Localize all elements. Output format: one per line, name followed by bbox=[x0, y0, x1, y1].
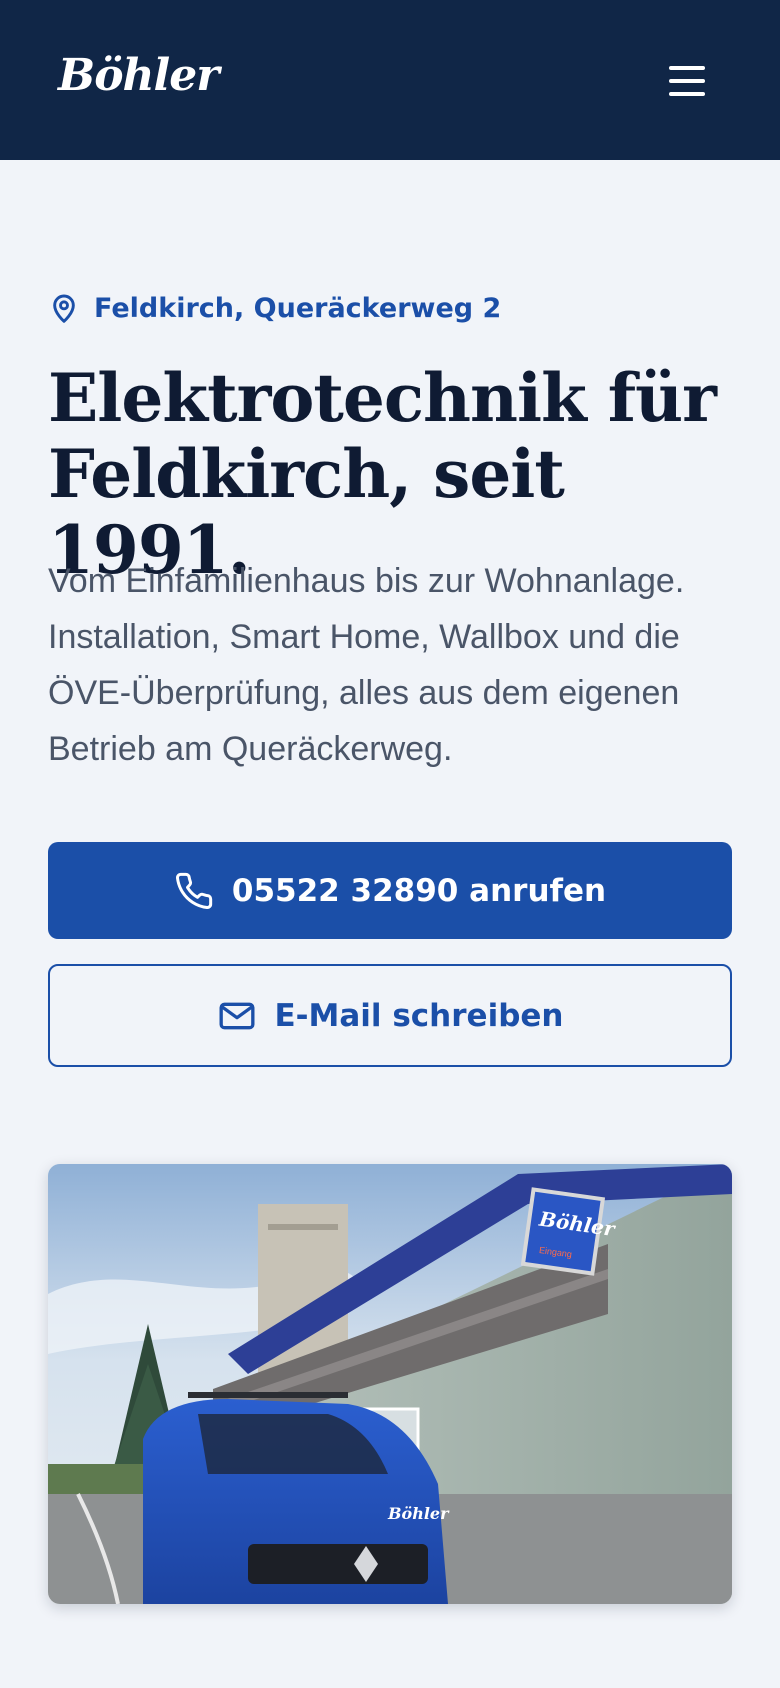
background-building-windows bbox=[268, 1224, 338, 1230]
van-roof-rack bbox=[188, 1392, 348, 1398]
email-button-label: E-Mail schreiben bbox=[274, 997, 564, 1034]
email-button[interactable]: E-Mail schreiben bbox=[48, 964, 732, 1067]
site-header: Böhler bbox=[0, 0, 780, 160]
phone-icon bbox=[175, 872, 213, 909]
storefront-photo: Böhler Eingang Böhler bbox=[48, 1164, 732, 1604]
call-button-label: 05522 32890 anrufen bbox=[231, 872, 607, 909]
call-button[interactable]: 05522 32890 anrufen bbox=[48, 842, 732, 939]
menu-bar bbox=[669, 92, 705, 96]
menu-bar bbox=[669, 66, 705, 70]
logo[interactable]: Böhler bbox=[58, 50, 219, 101]
location-line: Feldkirch, Queräckerweg 2 bbox=[48, 290, 501, 326]
mail-icon bbox=[219, 1002, 254, 1029]
location-text: Feldkirch, Queräckerweg 2 bbox=[94, 292, 502, 324]
headline-line-1: Elektrotechnik für bbox=[48, 359, 717, 437]
van-logo-text: Böhler bbox=[387, 1504, 450, 1523]
lead-paragraph: Vom Einfamilienhaus bis zur Wohnanlage. … bbox=[48, 562, 685, 768]
storefront-illustration: Böhler Eingang Böhler bbox=[48, 1164, 732, 1604]
van-grille bbox=[248, 1544, 428, 1584]
hamburger-menu-icon[interactable] bbox=[660, 56, 714, 106]
menu-bar bbox=[669, 79, 705, 83]
map-pin-icon bbox=[53, 294, 75, 323]
